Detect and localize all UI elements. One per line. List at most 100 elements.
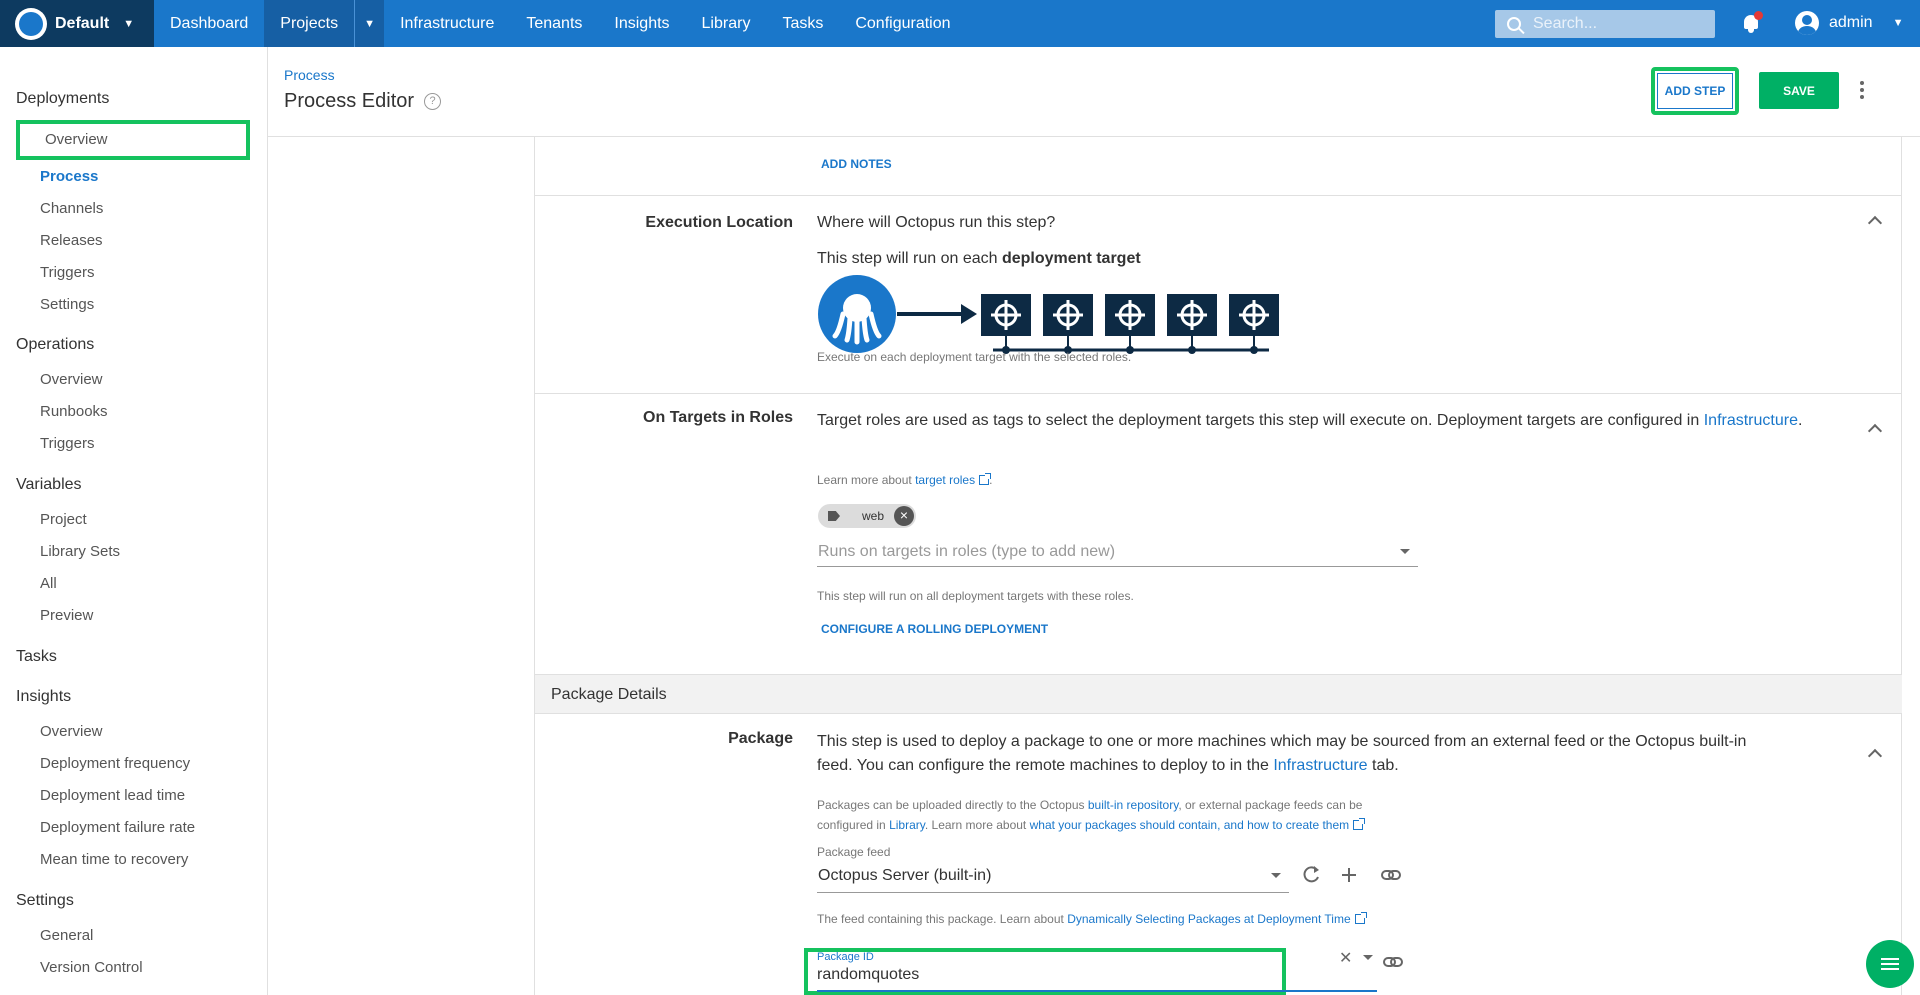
sidebar-item-mean-time-to-recovery[interactable]: Mean time to recovery: [40, 851, 188, 868]
sidebar-item-deployment-failure-rate[interactable]: Deployment failure rate: [40, 819, 195, 836]
sidebar-item-variables-preview[interactable]: Preview: [40, 607, 93, 624]
link-icon: [1381, 870, 1401, 880]
space-name: Default: [55, 14, 110, 32]
link-icon[interactable]: [1382, 954, 1406, 970]
sidebar-heading-variables: Variables: [16, 476, 82, 493]
page-header: Process Process Editor ? ADD STEP SAVE: [268, 47, 1920, 137]
sidebar-item-operations-triggers[interactable]: Triggers: [40, 435, 94, 452]
dropdown-arrow-icon: [1271, 873, 1281, 878]
step-list-fab-button[interactable]: [1866, 940, 1914, 988]
sidebar-heading-tasks[interactable]: Tasks: [16, 648, 57, 666]
page-title: Process Editor: [284, 90, 415, 112]
role-tag-label: web: [862, 509, 885, 523]
user-menu[interactable]: admin ▼: [1795, 11, 1903, 35]
dropdown-arrow-icon[interactable]: [1363, 955, 1373, 960]
tag-icon: [828, 511, 840, 521]
sidebar-item-releases[interactable]: Releases: [40, 232, 103, 249]
infrastructure-link[interactable]: Infrastructure: [1704, 412, 1798, 429]
sidebar-item-channels[interactable]: Channels: [40, 200, 103, 217]
sidebar-item-variables-all[interactable]: All: [40, 575, 57, 592]
sidebar-item-settings[interactable]: Settings: [40, 296, 94, 313]
package-info-text2: , or external package feeds can be: [1178, 798, 1363, 812]
sidebar-item-operations-overview[interactable]: Overview: [40, 371, 103, 388]
package-description-line2: feed. You can configure the remote machi…: [817, 757, 1269, 774]
remove-tag-icon[interactable]: ×: [894, 506, 914, 526]
sidebar-item-deployment-lead-time[interactable]: Deployment lead time: [40, 787, 185, 804]
collapse-chevron-icon[interactable]: [1867, 423, 1883, 439]
sidebar-item-variables-project[interactable]: Project: [40, 511, 87, 528]
package-info: Packages can be uploaded directly to the…: [817, 795, 1366, 835]
sidebar-heading-deployments: Deployments: [16, 90, 110, 107]
sidebar-item-overview[interactable]: Overview: [45, 131, 108, 148]
nav-tenants[interactable]: Tenants: [510, 0, 598, 47]
package-info-text4: . Learn more about: [924, 818, 1027, 832]
feed-hint-text: The feed containing this package. Learn …: [817, 912, 1064, 926]
library-link[interactable]: Library: [889, 818, 925, 832]
configure-rolling-deployment-button[interactable]: CONFIGURE A ROLLING DEPLOYMENT: [821, 622, 1048, 636]
sidebar-item-insights-overview[interactable]: Overview: [40, 723, 103, 740]
collapse-chevron-icon[interactable]: [1867, 215, 1883, 231]
help-icon[interactable]: ?: [424, 93, 441, 110]
more-options-icon[interactable]: [1860, 81, 1864, 99]
sidebar-heading-settings: Settings: [16, 892, 74, 909]
package-id-label: Package ID: [817, 951, 874, 963]
nav-configuration[interactable]: Configuration: [839, 0, 966, 47]
sidebar-item-deployment-frequency[interactable]: Deployment frequency: [40, 755, 190, 772]
target-roles-link[interactable]: target roles: [915, 473, 975, 487]
space-selector[interactable]: Default ▼: [0, 0, 154, 47]
sidebar-item-version-control[interactable]: Version Control: [40, 959, 143, 976]
execution-description-text: This step will run on each: [817, 250, 998, 267]
nav-tasks[interactable]: Tasks: [766, 0, 839, 47]
top-navigation: Default ▼ Dashboard Projects ▼ Infrastru…: [0, 0, 1920, 47]
execution-description: This step will run on each deployment ta…: [817, 250, 1141, 268]
package-feed-value: Octopus Server (built-in): [818, 867, 992, 884]
add-notes-button[interactable]: ADD NOTES: [821, 157, 892, 171]
infrastructure-tab-link[interactable]: Infrastructure: [1273, 757, 1367, 774]
package-contents-link[interactable]: what your packages should contain, and h…: [1030, 818, 1350, 832]
learn-more-roles-text: Learn more about: [817, 473, 912, 487]
execution-question: Where will Octopus run this step?: [817, 214, 1056, 231]
roles-input-placeholder: Runs on targets in roles (type to add ne…: [818, 543, 1116, 560]
nav-library[interactable]: Library: [686, 0, 767, 47]
nav-dashboard[interactable]: Dashboard: [154, 0, 264, 47]
nav-infrastructure[interactable]: Infrastructure: [384, 0, 510, 47]
notification-bell-icon[interactable]: [1742, 11, 1763, 33]
target-roles-section: On Targets in Roles Target roles are use…: [535, 393, 1902, 673]
package-label: Package: [728, 730, 793, 747]
execution-location-label: Execution Location: [645, 214, 793, 231]
execution-description-bold: deployment target: [1001, 250, 1141, 267]
package-feed-label: Package feed: [817, 845, 891, 859]
nav-projects[interactable]: Projects: [264, 0, 355, 47]
dynamic-packages-link[interactable]: Dynamically Selecting Packages at Deploy…: [1067, 912, 1350, 926]
package-info-text3: configured in: [817, 818, 886, 832]
target-roles-description: Target roles are used as tags to select …: [817, 409, 1857, 433]
nav-insights[interactable]: Insights: [598, 0, 685, 47]
save-button[interactable]: SAVE: [1759, 72, 1839, 109]
target-roles-label: On Targets in Roles: [643, 409, 793, 426]
search-input[interactable]: Search...: [1495, 10, 1715, 38]
sidebar-item-process[interactable]: Process: [40, 168, 98, 185]
learn-more-roles: Learn more about target roles.: [817, 473, 992, 487]
search-icon: [1507, 17, 1521, 31]
chevron-down-icon: ▼: [1892, 17, 1904, 29]
add-icon: [1342, 868, 1356, 882]
package-feed-select[interactable]: Octopus Server (built-in): [817, 861, 1289, 893]
built-in-repository-link[interactable]: built-in repository: [1088, 798, 1178, 812]
breadcrumb[interactable]: Process: [284, 67, 335, 83]
sidebar-item-triggers[interactable]: Triggers: [40, 264, 94, 281]
feed-actions-icons: [1303, 866, 1401, 883]
sidebar-item-general[interactable]: General: [40, 927, 93, 944]
add-step-button[interactable]: ADD STEP: [1657, 73, 1733, 109]
package-id-field[interactable]: Package ID randomquotes ✕: [817, 948, 1377, 992]
target-roles-description-end: .: [1797, 412, 1803, 429]
package-info-text: Packages can be uploaded directly to the…: [817, 798, 1085, 812]
refresh-icon: [1303, 866, 1319, 883]
sidebar-heading-insights: Insights: [16, 688, 72, 705]
projects-dropdown-icon[interactable]: ▼: [354, 0, 385, 47]
roles-input[interactable]: Runs on targets in roles (type to add ne…: [817, 537, 1418, 567]
execution-caption: Execute on each deployment target with t…: [817, 350, 1132, 364]
sidebar-item-runbooks[interactable]: Runbooks: [40, 403, 108, 420]
sidebar-item-library-sets[interactable]: Library Sets: [40, 543, 120, 560]
search-placeholder: Search...: [1533, 15, 1598, 32]
clear-icon[interactable]: ✕: [1339, 948, 1352, 968]
